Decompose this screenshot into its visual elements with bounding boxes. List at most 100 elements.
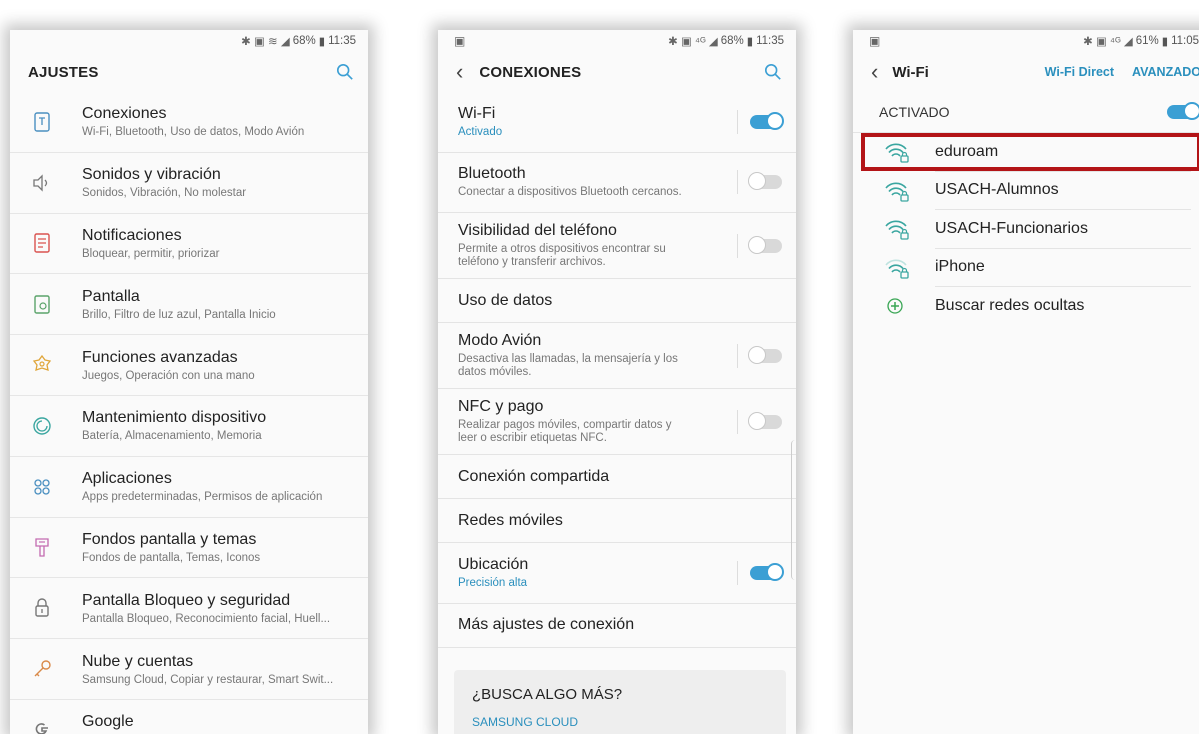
settings-item-label: Aplicaciones <box>82 470 172 488</box>
settings-item-sub: Sonidos, Vibración, No molestar <box>82 187 247 200</box>
settings-item[interactable]: GoogleAjustes de Google <box>10 700 368 734</box>
wifi-direct-button[interactable]: Wi-Fi Direct <box>1045 65 1114 79</box>
settings-item-label: Nube y cuentas <box>82 652 194 670</box>
divider <box>737 233 738 258</box>
connection-item-sub: Activado <box>458 125 503 138</box>
highlight-box <box>861 133 1199 171</box>
wifi-toggle[interactable] <box>1167 102 1199 120</box>
settings-item-text: Notificaciones Bloquear, permitir, priori… <box>82 227 368 260</box>
toggle-switch[interactable] <box>748 411 782 430</box>
settings-item-sub: Pantalla Bloqueo, Reconocimiento facial,… <box>82 612 331 625</box>
connections-icon <box>28 108 56 136</box>
card-title: ¿BUSCA ALGO MÁS? <box>472 686 623 703</box>
settings-item-label: Pantalla <box>82 287 140 305</box>
connection-item-label: Wi-Fi <box>458 104 496 122</box>
settings-item[interactable]: Funciones avanzadas Juegos, Operación con… <box>10 335 368 396</box>
lock-icon <box>28 594 56 622</box>
divider <box>737 170 738 195</box>
battery-level: 68% <box>720 35 744 47</box>
search-icon[interactable] <box>764 63 782 81</box>
settings-item-sub: Bloquear, permitir, priorizar <box>82 247 220 260</box>
settings-item-sub: Wi-Fi, Bluetooth, Uso de datos, Modo Avi… <box>82 126 305 139</box>
phone-conexiones: ▣ ✱ ▣ ⁴ᴳ ◢ 68% ▮ 11:35 ‹ CONEXIONES Wi-F… <box>438 30 796 734</box>
connection-item[interactable]: Uso de datos <box>438 279 796 323</box>
connection-item-label: Conexión compartida <box>458 467 610 485</box>
hidden-networks-label: Buscar redes ocultas <box>935 297 1085 315</box>
divider <box>737 560 738 585</box>
phone-ajustes: ✱ ▣ ≋ ◢ 68% ▮ 11:35 AJUSTES Conexiones Wi… <box>10 30 368 734</box>
settings-item-sub: Batería, Almacenamiento, Memoria <box>82 430 262 443</box>
wifi-network-row[interactable]: iPhone <box>853 249 1199 288</box>
scrollbar[interactable] <box>791 440 796 580</box>
connection-item-text: Más ajustes de conexión <box>458 616 782 634</box>
connection-item-text: Bluetooth Conectar a dispositivos Bluetoo… <box>458 165 727 199</box>
settings-item[interactable]: Conexiones Wi-Fi, Bluetooth, Uso de datos… <box>10 92 368 153</box>
connection-item[interactable]: Visibilidad del teléfono Permite a otros … <box>438 213 796 279</box>
settings-item[interactable]: Sonidos y vibración Sonidos, Vibración, N… <box>10 153 368 214</box>
divider <box>737 109 738 134</box>
wifi-network-row[interactable]: eduroam <box>853 133 1199 172</box>
connection-item[interactable]: Redes móviles <box>438 499 796 543</box>
connections-list: Wi-Fi Activado Bluetooth Conectar a disposi… <box>438 92 796 648</box>
back-icon[interactable]: ‹ <box>456 61 463 83</box>
connection-item-sub: Conectar a dispositivos Bluetooth cercan… <box>458 186 682 199</box>
toggle-switch[interactable] <box>750 111 784 130</box>
google-icon <box>28 716 56 734</box>
divider <box>737 343 738 368</box>
connection-item[interactable]: NFC y pago Realizar pagos móviles, compar… <box>438 389 796 455</box>
toggle-switch[interactable] <box>748 345 782 364</box>
samsung-cloud-link[interactable]: SAMSUNG CLOUD <box>472 715 786 729</box>
toggle-switch[interactable] <box>750 562 784 581</box>
connection-item[interactable]: Ubicación Precisión alta <box>438 543 796 604</box>
connection-item[interactable]: Bluetooth Conectar a dispositivos Bluetoo… <box>438 153 796 213</box>
wifi-master-switch-row[interactable]: ACTIVADO <box>853 92 1199 133</box>
connection-item[interactable]: Más ajustes de conexión <box>438 604 796 648</box>
notification-image-icon: ▣ <box>869 34 881 48</box>
status-icons: ✱ ▣ ≋ ◢ <box>241 36 290 48</box>
sound-icon <box>28 169 56 197</box>
settings-item-sub: Juegos, Operación con una mano <box>82 369 255 382</box>
back-icon[interactable]: ‹ <box>871 59 878 85</box>
settings-item[interactable]: Fondos pantalla y temas Fondos de pantall… <box>10 518 368 579</box>
settings-item[interactable]: Pantalla Bloqueo y seguridad Pantalla Blo… <box>10 578 368 640</box>
connection-item-text: NFC y pago Realizar pagos móviles, compar… <box>458 398 727 445</box>
connection-item-text: Visibilidad del teléfono Permite a otros … <box>458 222 727 269</box>
page-title: AJUSTES <box>28 63 99 81</box>
settings-item-sub: Apps predeterminadas, Permisos de aplica… <box>82 491 323 504</box>
connection-item[interactable]: Modo Avión Desactiva las llamadas, la men… <box>438 323 796 389</box>
battery-icon: ▮ <box>746 36 754 48</box>
notifications-icon <box>28 229 56 257</box>
settings-item-label: Google <box>82 713 134 731</box>
connection-item-label: Uso de datos <box>458 291 553 309</box>
connection-item-text: Wi-Fi Activado <box>458 105 727 139</box>
battery-icon: ▮ <box>1161 36 1169 48</box>
status-icons: ✱ ▣ ⁴ᴳ ◢ <box>668 36 718 48</box>
advanced-button[interactable]: AVANZADO <box>1132 65 1199 79</box>
settings-item[interactable]: Mantenimiento dispositivo Batería, Almace… <box>10 396 368 457</box>
search-more-card: ¿BUSCA ALGO MÁS? SAMSUNG CLOUD <box>454 670 786 734</box>
settings-item-label: Sonidos y vibración <box>82 166 221 184</box>
wifi-network-row[interactable]: USACH-Funcionarios <box>853 210 1199 249</box>
hidden-networks-row[interactable]: Buscar redes ocultas <box>853 287 1199 326</box>
settings-item-label: Mantenimiento dispositivo <box>82 409 267 427</box>
connection-item[interactable]: Conexión compartida <box>438 455 796 499</box>
settings-item[interactable]: Nube y cuentas Samsung Cloud, Copiar y re… <box>10 639 368 700</box>
toggle-switch[interactable] <box>748 172 782 191</box>
page-title: Wi-Fi <box>892 63 929 81</box>
connection-item-label: Bluetooth <box>458 165 526 183</box>
settings-item[interactable]: Aplicaciones Apps predeterminadas, Permis… <box>10 457 368 518</box>
wifi-network-row[interactable]: USACH-Alumnos <box>853 172 1199 211</box>
settings-item-label: Notificaciones <box>82 226 182 244</box>
toggle-switch[interactable] <box>748 235 782 254</box>
search-icon[interactable] <box>336 63 354 81</box>
phone-wifi: ▣ ✱ ▣ ⁴ᴳ ◢ 61% ▮ 11:05 ‹ Wi-Fi Wi-Fi Dir… <box>853 30 1199 734</box>
settings-item-text: Fondos pantalla y temas Fondos de pantall… <box>82 531 368 564</box>
settings-item[interactable]: Notificaciones Bloquear, permitir, priori… <box>10 214 368 275</box>
settings-list: Conexiones Wi-Fi, Bluetooth, Uso de datos… <box>10 92 368 734</box>
settings-item[interactable]: Pantalla Brillo, Filtro de luz azul, Pant… <box>10 274 368 336</box>
connection-item-text: Redes móviles <box>458 512 782 530</box>
network-name: USACH-Funcionarios <box>935 210 1191 249</box>
connection-item[interactable]: Wi-Fi Activado <box>438 92 796 153</box>
activated-label: ACTIVADO <box>879 104 950 120</box>
settings-item-sub: Fondos de pantalla, Temas, Iconos <box>82 551 261 564</box>
